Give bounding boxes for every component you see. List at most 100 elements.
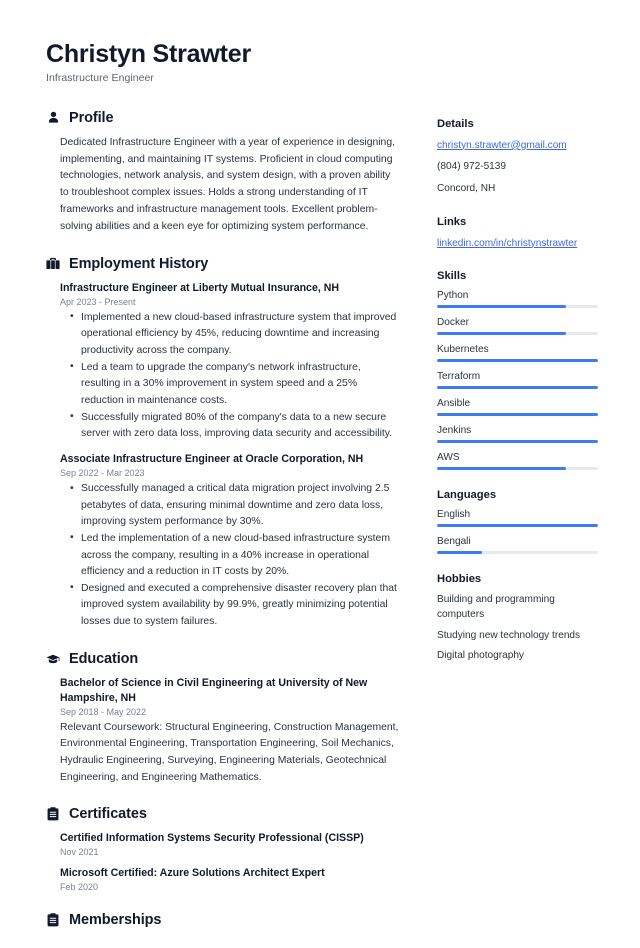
section-header: Profile: [46, 110, 401, 126]
skill-progress-track: [437, 413, 598, 417]
employment-entry: Associate Infrastructure Engineer at Ora…: [60, 452, 401, 631]
bullet-item: Led a team to upgrade the company's netw…: [70, 359, 401, 410]
language-item: Bengali: [437, 536, 598, 555]
entry-date: Sep 2022 - Mar 2023: [60, 468, 145, 478]
skill-label: Docker: [437, 317, 469, 329]
skill-label: Kubernetes: [437, 344, 489, 356]
section-body: Infrastructure Engineer at Liberty Mutua…: [46, 281, 401, 631]
skill-progress-track: [437, 467, 598, 471]
skill-item: Ansible: [437, 398, 598, 417]
skill-label: AWS: [437, 452, 460, 464]
hobby-item: Studying new technology trends: [437, 629, 581, 641]
skill-progress-track: [437, 332, 598, 336]
sidebar-section-title: Skills: [437, 270, 467, 283]
bullet-item: Successfully managed a critical data mig…: [70, 481, 401, 531]
graduation-cap-icon: [46, 651, 60, 666]
skill-progress-fill: [437, 305, 566, 309]
clipboard-icon: [46, 913, 60, 928]
sidebar-section-details: Details christyn.strawter@gmail.com (804…: [437, 118, 598, 197]
skill-item: Jenkins: [437, 425, 598, 444]
main-column: Profile Dedicated Infrastructure Enginee…: [46, 110, 401, 948]
profile-text: Dedicated Infrastructure Engineer with a…: [60, 136, 396, 232]
section-title: Profile: [69, 109, 114, 126]
skill-progress-fill: [437, 440, 598, 444]
entry-title: Associate Infrastructure Engineer at Ora…: [60, 452, 364, 465]
skill-item: AWS: [437, 452, 598, 471]
section-certificates: Certificates Certified Information Syste…: [46, 806, 401, 892]
section-title: Memberships: [69, 912, 162, 929]
candidate-name: Christyn Strawter: [46, 40, 251, 68]
entry-bullet-list: Successfully managed a critical data mig…: [60, 481, 401, 631]
bullet-item: Led the implementation of a new cloud-ba…: [70, 530, 401, 581]
entry-date: Feb 2020: [60, 882, 99, 893]
sidebar-section-title: Details: [437, 117, 474, 130]
section-profile: Profile Dedicated Infrastructure Enginee…: [46, 110, 401, 236]
section-title: Certificates: [69, 806, 147, 823]
certificate-entry: Microsoft Certified: Azure Solutions Arc…: [60, 866, 401, 892]
bullet-item: Successfully migrated 80% of the company…: [70, 409, 401, 443]
skill-item: Kubernetes: [437, 344, 598, 363]
entry-description: Relevant Coursework: Structural Engineer…: [60, 721, 399, 783]
entry-title: Bachelor of Science in Civil Engineering…: [60, 676, 368, 704]
skill-progress-fill: [437, 467, 566, 471]
skill-item: Docker: [437, 317, 598, 336]
skill-label: Jenkins: [437, 425, 472, 437]
language-progress-fill: [437, 551, 483, 555]
skill-progress-track: [437, 359, 598, 363]
section-employment-history: Employment History Infrastructure Engine…: [46, 256, 401, 631]
section-body: Certified Information Systems Security P…: [46, 831, 401, 892]
hobby-item: Building and programming computers: [437, 594, 555, 620]
sidebar-column: Details christyn.strawter@gmail.com (804…: [437, 110, 598, 683]
skill-progress-fill: [437, 386, 598, 390]
sidebar-section-languages: Languages English Bengali: [437, 489, 598, 555]
section-header: Memberships: [46, 912, 401, 928]
entry-date: Apr 2023 - Present: [60, 296, 136, 307]
sidebar-section-hobbies: Hobbies Building and programming compute…: [437, 573, 598, 664]
employment-entry: Infrastructure Engineer at Liberty Mutua…: [60, 281, 401, 443]
entry-date: Sep 2018 - May 2022: [60, 706, 147, 717]
section-title: Employment History: [69, 255, 209, 272]
skill-progress-track: [437, 440, 598, 444]
section-education: Education Bachelor of Science in Civil E…: [46, 651, 401, 787]
skill-progress-track: [437, 386, 598, 390]
person-icon: [46, 110, 60, 125]
education-entry: Bachelor of Science in Civil Engineering…: [60, 676, 401, 787]
language-label: Bengali: [437, 536, 471, 548]
skill-progress-fill: [437, 413, 598, 417]
section-title: Education: [69, 650, 139, 667]
section-body: Dedicated Infrastructure Engineer with a…: [46, 135, 401, 236]
skill-progress-fill: [437, 332, 566, 336]
sidebar-section-links: Links linkedin.com/in/christynstrawter: [437, 216, 598, 252]
hobby-item: Digital photography: [437, 650, 524, 662]
entry-title: Infrastructure Engineer at Liberty Mutua…: [60, 281, 340, 294]
candidate-job-title: Infrastructure Engineer: [46, 71, 154, 84]
section-header: Certificates: [46, 806, 401, 822]
briefcase-icon: [46, 256, 60, 271]
linkedin-link[interactable]: linkedin.com/in/christynstrawter: [437, 236, 598, 252]
location: Concord, NH: [437, 183, 496, 195]
skill-label: Terraform: [437, 371, 481, 383]
language-progress-fill: [437, 524, 598, 528]
skill-item: Python: [437, 290, 598, 309]
entry-title: Microsoft Certified: Azure Solutions Arc…: [60, 867, 325, 880]
skill-label: Ansible: [437, 398, 471, 410]
clipboard-icon: [46, 807, 60, 822]
entry-date: Nov 2021: [60, 847, 99, 858]
skill-progress-track: [437, 305, 598, 309]
skill-item: Terraform: [437, 371, 598, 390]
phone-number: (804) 972-5139: [437, 161, 507, 173]
entry-bullet-list: Implemented a new cloud-based infrastruc…: [60, 309, 401, 443]
resume-header: Christyn Strawter Infrastructure Enginee…: [46, 40, 594, 84]
sidebar-section-skills: Skills Python Docker Kubernetes Terrafor…: [437, 270, 598, 471]
language-label: English: [437, 509, 471, 521]
sidebar-section-title: Languages: [437, 489, 497, 502]
bullet-item: Designed and executed a comprehensive di…: [70, 580, 401, 631]
section-header: Education: [46, 651, 401, 667]
skill-progress-fill: [437, 359, 598, 363]
certificate-entry: Certified Information Systems Security P…: [60, 831, 401, 857]
email-link[interactable]: christyn.strawter@gmail.com: [437, 138, 598, 154]
section-memberships: Memberships: [46, 912, 401, 928]
language-item: English: [437, 509, 598, 528]
section-body: Bachelor of Science in Civil Engineering…: [46, 676, 401, 787]
entry-title: Certified Information Systems Security P…: [60, 832, 364, 845]
